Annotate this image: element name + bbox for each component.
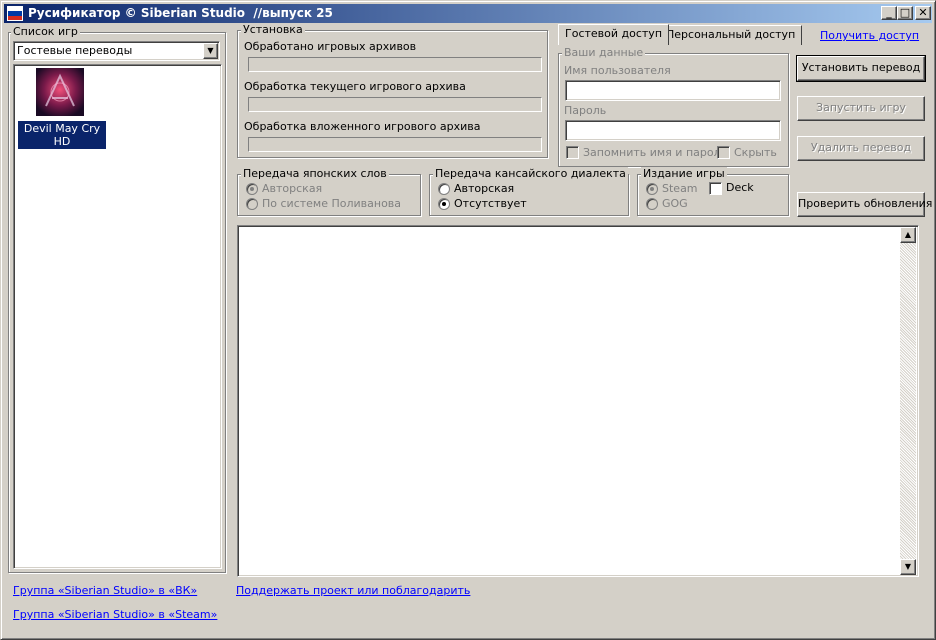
- uninstall-translation-button[interactable]: Удалить перевод: [797, 136, 925, 161]
- install-group-label: Установка: [241, 23, 305, 36]
- close-button[interactable]: ✕: [915, 6, 931, 20]
- progress-current-label: Обработка текущего игрового архива: [244, 80, 466, 93]
- app-window: Русификатор © Siberian Studio //выпуск 2…: [0, 0, 936, 640]
- deck-checkbox[interactable]: [709, 182, 722, 195]
- edition-gog-label: GOG: [662, 197, 688, 210]
- title-bar[interactable]: Русификатор © Siberian Studio //выпуск 2…: [4, 4, 932, 23]
- tab-guest-access[interactable]: Гостевой доступ: [558, 24, 670, 45]
- scroll-down-arrow-icon[interactable]: ▼: [900, 559, 916, 575]
- scroll-up-arrow-icon[interactable]: ▲: [900, 227, 916, 243]
- hide-password-checkbox[interactable]: [717, 146, 730, 159]
- deck-label: Deck: [726, 181, 754, 194]
- support-project-link[interactable]: Поддержать проект или поблагодарить: [236, 584, 470, 597]
- kansai-author-label: Авторская: [454, 182, 515, 195]
- games-list[interactable]: Devil May Cry HD Collection: [13, 64, 222, 569]
- kansai-absent-radio[interactable]: [438, 198, 450, 210]
- remember-checkbox[interactable]: [566, 146, 579, 159]
- games-filter-value: Гостевые переводы: [17, 44, 133, 57]
- game-edition-label: Издание игры: [641, 167, 727, 180]
- game-item-title-line2: Collection: [34, 148, 90, 161]
- games-filter-select[interactable]: Гостевые переводы ▼: [13, 41, 220, 61]
- progress-nested-bar: [248, 137, 542, 152]
- japanese-author-radio[interactable]: [246, 183, 258, 195]
- dropdown-arrow-icon[interactable]: ▼: [203, 43, 218, 59]
- edition-steam-label: Steam: [662, 182, 698, 195]
- minimize-button[interactable]: _: [881, 6, 897, 20]
- launch-game-button[interactable]: Запустить игру: [797, 96, 925, 121]
- game-item-label: Devil May Cry HD Collection: [18, 121, 106, 161]
- log-scrollbar[interactable]: [900, 227, 916, 575]
- edition-steam-radio[interactable]: [646, 183, 658, 195]
- japanese-polivanov-label: По системе Поливанова: [262, 197, 402, 210]
- hide-password-label: Скрыть: [734, 146, 777, 159]
- progress-nested-label: Обработка вложенного игрового архива: [244, 120, 481, 133]
- kansai-author-radio[interactable]: [438, 183, 450, 195]
- check-updates-button[interactable]: Проверить обновления: [797, 192, 932, 217]
- get-access-link[interactable]: Получить доступ: [820, 29, 919, 42]
- progress-archives-label: Обработано игровых архивов: [244, 40, 417, 53]
- game-item-title-line1: Devil May Cry HD: [23, 122, 101, 148]
- tab-guest-access-label: Гостевой доступ: [565, 27, 663, 40]
- game-item[interactable]: Devil May Cry HD Collection: [15, 66, 109, 161]
- games-group-label: Список игр: [11, 25, 80, 38]
- japanese-polivanov-radio[interactable]: [246, 198, 258, 210]
- vk-group-link[interactable]: Группа «Siberian Studio» в «ВК»: [13, 584, 197, 597]
- game-cover-icon: [36, 68, 84, 116]
- tab-personal-access[interactable]: Персональный доступ: [659, 25, 803, 45]
- window-title: Русификатор © Siberian Studio //выпуск 2…: [28, 6, 333, 20]
- progress-current-bar: [248, 97, 542, 112]
- your-data-label: Ваши данные: [562, 46, 646, 59]
- japanese-words-label: Передача японских слов: [241, 167, 389, 180]
- japanese-author-label: Авторская: [262, 182, 323, 195]
- kansai-absent-label: Отсутствует: [454, 197, 527, 210]
- maximize-button[interactable]: □: [897, 6, 913, 20]
- progress-archives-bar: [248, 57, 542, 72]
- steam-group-link[interactable]: Группа «Siberian Studio» в «Steam»: [13, 608, 217, 621]
- username-input[interactable]: [565, 80, 781, 101]
- install-translation-button[interactable]: Установить перевод: [796, 55, 926, 82]
- log-textarea[interactable]: ▲ ▼: [237, 225, 919, 577]
- edition-gog-radio[interactable]: [646, 198, 658, 210]
- tab-personal-access-label: Персональный доступ: [666, 28, 796, 41]
- remember-label: Запомнить имя и пароль: [583, 146, 728, 159]
- password-label: Пароль: [564, 104, 607, 117]
- username-label: Имя пользователя: [564, 64, 671, 77]
- password-input[interactable]: [565, 120, 781, 141]
- kansai-dialect-label: Передача кансайского диалекта: [433, 167, 628, 180]
- game-edition-group: Издание игры: [637, 167, 789, 216]
- russian-flag-icon: [7, 6, 23, 21]
